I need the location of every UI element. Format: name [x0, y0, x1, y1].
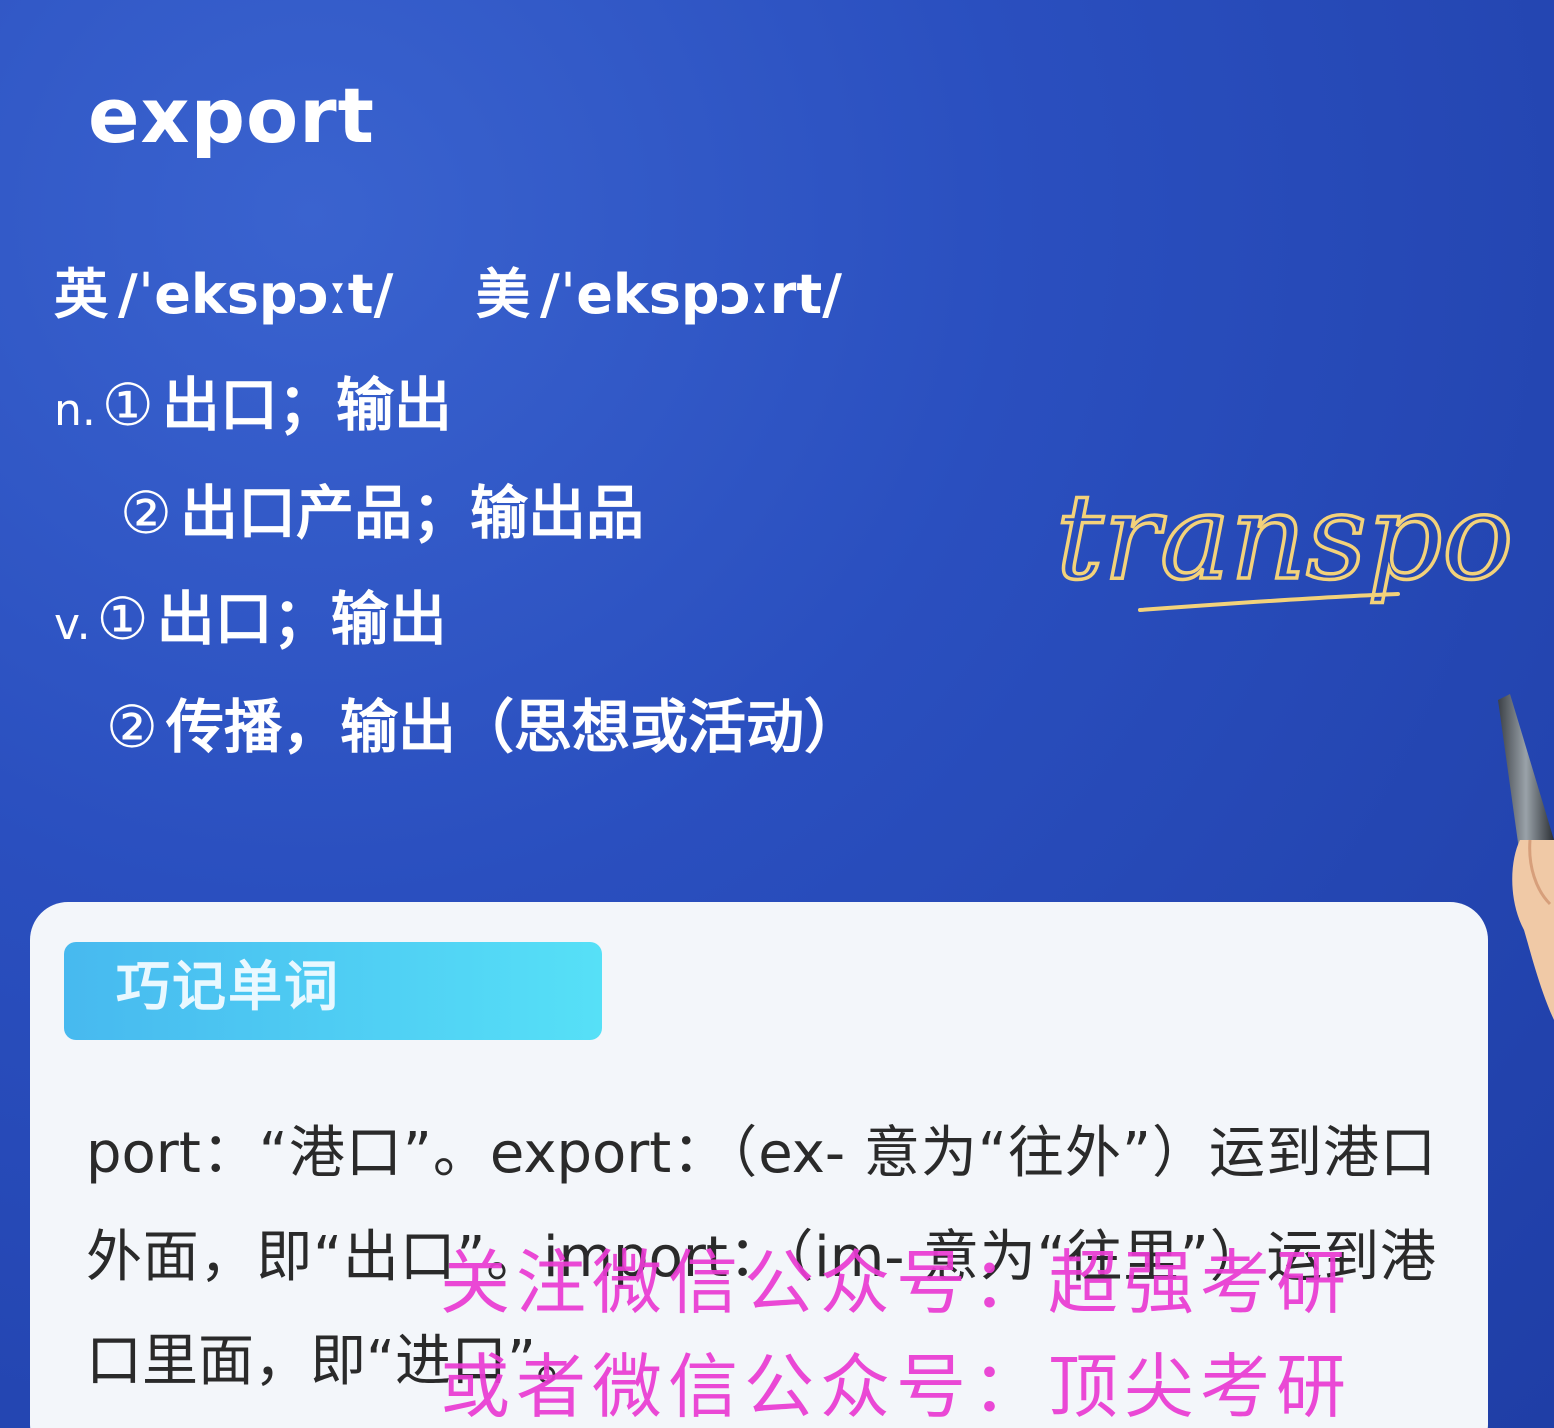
definition-text: 出口；输出 — [156, 585, 447, 653]
pen-icon — [1498, 694, 1554, 1020]
phonetic-uk-text: /ˈekspɔːt/ — [118, 263, 394, 326]
word-title: export — [88, 71, 375, 160]
definition-text: 出口产品；输出品 — [180, 479, 645, 547]
part-of-speech: v. — [54, 599, 91, 650]
part-of-speech: n. — [54, 385, 96, 436]
handwritten-annotation: transpo — [1054, 470, 1515, 612]
definition-number: ② — [106, 693, 158, 761]
phonetic-us-tag: 美 — [476, 263, 530, 326]
definition-number: ① — [101, 371, 154, 439]
phonetic-uk: 英/ˈekspɔːt/ — [54, 268, 393, 322]
memory-tip-tab: 巧记单词 — [64, 942, 602, 1040]
definition-text: 传播，输出（思想或活动） — [166, 693, 863, 761]
definition-noun-2: ② 出口产品；输出品 — [120, 484, 644, 542]
definition-number: ① — [96, 585, 149, 653]
watermark-line-2: 或者微信公众号：顶尖考研 — [440, 1346, 1352, 1428]
phonetic-us-text: /ˈekspɔːrt/ — [540, 263, 842, 326]
handwritten-word: transpo — [1056, 470, 1513, 606]
phonetic-us: 美/ˈekspɔːrt/ — [476, 268, 842, 322]
definition-verb-1: v. ① 出口；输出 — [54, 590, 447, 648]
phonetic-uk-tag: 英 — [54, 263, 108, 326]
definition-text: 出口；输出 — [161, 371, 452, 439]
definition-verb-2: ② 传播，输出（思想或活动） — [106, 698, 862, 756]
definition-noun-1: n. ① 出口；输出 — [54, 376, 452, 434]
memory-tip-label: 巧记单词 — [116, 955, 340, 1018]
definition-number: ② — [120, 479, 172, 547]
slide: export 英/ˈekspɔːt/ 美/ˈekspɔːrt/ n. ① 出口；输出… — [0, 0, 1554, 1428]
watermark-line-1: 关注微信公众号：超强考研 — [440, 1242, 1352, 1324]
